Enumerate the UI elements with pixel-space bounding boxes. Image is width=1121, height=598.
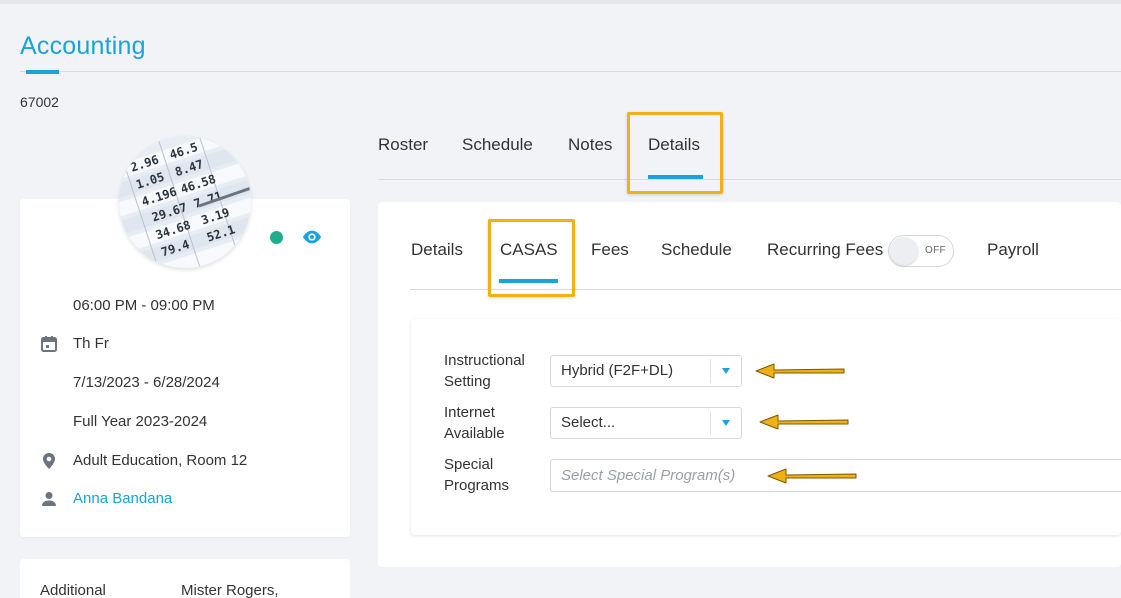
subtab-details[interactable]: Details xyxy=(411,240,463,260)
course-code: 67002 xyxy=(20,94,59,110)
tabs-divider xyxy=(378,179,1121,180)
multiselect-placeholder: Select Special Program(s) xyxy=(561,467,736,484)
title-divider xyxy=(20,71,1121,72)
additional-label: Additional xyxy=(40,582,106,598)
select-value: Select... xyxy=(561,414,616,431)
subtabs-divider xyxy=(410,289,1121,290)
subtab-casas[interactable]: CASAS xyxy=(500,240,558,260)
internet-available-select[interactable]: Select... xyxy=(550,407,742,439)
calendar-icon xyxy=(41,336,57,352)
spreadsheet-image: 2.96 46.5 1.05 8.47 4.196 46.58 29.67 7.… xyxy=(119,136,251,268)
recurring-fees-toggle[interactable]: OFF xyxy=(888,235,954,267)
toggle-knob xyxy=(890,237,918,265)
select-separator xyxy=(710,411,711,435)
tab-notes[interactable]: Notes xyxy=(568,135,612,155)
class-days: Th Fr xyxy=(73,335,109,352)
subtab-payroll[interactable]: Payroll xyxy=(987,240,1039,260)
location-pin-icon xyxy=(43,453,55,469)
label-line: Instructional xyxy=(444,352,525,369)
term: Full Year 2023-2024 xyxy=(73,413,208,430)
subtab-schedule[interactable]: Schedule xyxy=(661,240,732,260)
active-tab-indicator xyxy=(648,175,703,179)
top-bar xyxy=(0,0,1121,4)
tab-details[interactable]: Details xyxy=(648,135,700,155)
select-separator xyxy=(710,359,711,383)
label-line: Setting xyxy=(444,373,491,390)
active-subtab-indicator xyxy=(499,279,558,283)
special-programs-label: Special Programs xyxy=(444,454,544,496)
subtab-recurring-fees[interactable]: Recurring Fees xyxy=(767,240,883,260)
eye-icon[interactable] xyxy=(301,229,323,245)
label-line: Internet xyxy=(444,404,495,421)
subtab-fees[interactable]: Fees xyxy=(591,240,629,260)
class-time: 06:00 PM - 09:00 PM xyxy=(73,297,215,314)
additional-value: Mister Rogers, xyxy=(181,582,279,598)
additional-card: Additional Mister Rogers, xyxy=(20,559,350,598)
special-programs-multiselect[interactable]: Select Special Program(s) xyxy=(550,459,1121,492)
page-title: Accounting xyxy=(20,32,146,60)
label-line: Programs xyxy=(444,477,510,494)
status-indicator xyxy=(270,231,283,244)
select-value: Hybrid (F2F+DL) xyxy=(561,362,674,379)
label-line: Available xyxy=(444,425,505,442)
instructor-link[interactable]: Anna Bandana xyxy=(73,488,172,510)
chevron-down-icon[interactable] xyxy=(722,368,730,374)
instructional-setting-label: Instructional Setting xyxy=(444,350,544,392)
person-icon xyxy=(42,492,56,506)
date-range: 7/13/2023 - 6/28/2024 xyxy=(73,374,220,391)
tab-roster[interactable]: Roster xyxy=(378,135,428,155)
tab-schedule[interactable]: Schedule xyxy=(462,135,533,155)
title-underline xyxy=(26,70,59,74)
location: Adult Education, Room 12 xyxy=(73,452,248,469)
course-avatar: 2.96 46.5 1.05 8.47 4.196 46.58 29.67 7.… xyxy=(119,136,251,268)
instructional-setting-select[interactable]: Hybrid (F2F+DL) xyxy=(550,355,742,387)
label-line: Special xyxy=(444,456,494,473)
toggle-state-label: OFF xyxy=(925,245,946,256)
chevron-down-icon[interactable] xyxy=(722,420,730,426)
internet-available-label: Internet Available xyxy=(444,402,544,444)
